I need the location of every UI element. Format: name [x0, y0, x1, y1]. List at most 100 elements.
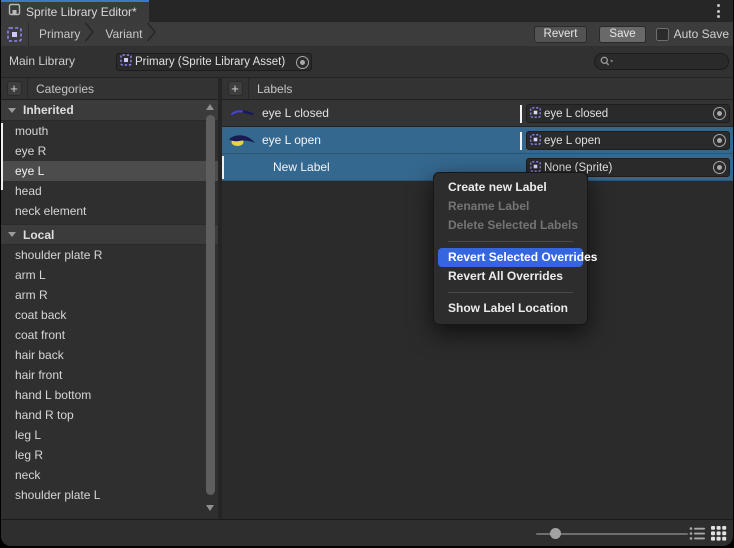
category-item-shoulder-plate-l[interactable]: shoulder plate L	[1, 485, 218, 505]
labels-header: + Labels	[222, 77, 733, 100]
sprite-library-editor-window: Sprite Library Editor* PrimaryVariant Re…	[1, 0, 733, 546]
tab-sprite-library-editor[interactable]: Sprite Library Editor*	[1, 0, 149, 22]
menu-item-show-label-location[interactable]: Show Label Location	[438, 299, 583, 318]
menu-item-create-new-label[interactable]: Create new Label	[438, 178, 583, 197]
category-item-eye-r[interactable]: eye R	[1, 141, 218, 161]
categories-header: + Categories	[1, 77, 218, 100]
override-bar	[520, 132, 522, 150]
object-picker-icon[interactable]	[713, 161, 726, 174]
sprite-object-field[interactable]: eye L open	[526, 131, 730, 150]
categories-list: Inherited moutheye Reye Lheadneck element…	[1, 100, 218, 505]
add-label-button[interactable]: +	[222, 78, 249, 99]
breadcrumb-item-primary[interactable]: Primary	[29, 22, 95, 46]
section-title: Inherited	[23, 103, 74, 117]
toolbar: PrimaryVariant Revert Save Auto Save	[1, 22, 733, 46]
category-item-hair-back[interactable]: hair back	[1, 345, 218, 365]
override-bar	[520, 105, 522, 123]
tab-title: Sprite Library Editor*	[26, 5, 137, 19]
label-name: eye L open	[262, 133, 321, 147]
labels-list: eye L closedeye L closedeye L openeye L …	[222, 100, 733, 181]
sprite-mini-icon	[530, 132, 541, 150]
menu-item-revert-all-overrides[interactable]: Revert All Overrides	[438, 267, 583, 286]
categories-panel: Inherited moutheye Reye Lheadneck element…	[1, 100, 218, 519]
plus-icon: +	[228, 81, 243, 96]
category-item-arm-r[interactable]: arm R	[1, 285, 218, 305]
grid-view-icon[interactable]	[711, 526, 727, 541]
section-title: Local	[23, 228, 54, 242]
category-section-local[interactable]: Local	[1, 224, 218, 245]
category-item-coat-front[interactable]: coat front	[1, 325, 218, 345]
breadcrumb: PrimaryVariant	[29, 22, 157, 46]
category-item-head[interactable]: head	[1, 181, 218, 201]
categories-scrollbar[interactable]	[205, 102, 216, 513]
chevron-right-icon	[146, 22, 157, 47]
search-field[interactable]	[594, 53, 729, 70]
category-item-leg-r[interactable]: leg R	[1, 445, 218, 465]
category-override-indicator	[1, 123, 3, 190]
object-picker-icon[interactable]	[296, 56, 309, 69]
sprite-object-field[interactable]: eye L closed	[526, 104, 730, 123]
category-section-inherited[interactable]: Inherited	[1, 100, 218, 121]
slider-handle[interactable]	[550, 528, 561, 539]
toolbar-actions: Revert Save Auto Save	[534, 26, 733, 43]
search-icon	[600, 56, 615, 67]
sprite-object-value: eye L open	[541, 135, 711, 147]
eye-open-thumbnail	[227, 133, 257, 148]
scroll-down-icon[interactable]	[206, 505, 214, 511]
menu-item-rename-label: Rename Label	[438, 197, 583, 216]
label-name: eye L closed	[262, 106, 329, 120]
category-item-neck-element[interactable]: neck element	[1, 201, 218, 221]
foldout-arrow-icon	[8, 108, 16, 113]
revert-button[interactable]: Revert	[534, 26, 588, 43]
chevron-right-icon	[84, 22, 95, 47]
menu-item-delete-selected-labels: Delete Selected Labels	[438, 216, 583, 235]
auto-save-label: Auto Save	[674, 27, 729, 41]
eye-closed-thumbnail	[227, 107, 257, 119]
plus-icon: +	[7, 81, 22, 96]
list-view-icon[interactable]	[689, 526, 706, 541]
object-picker-icon[interactable]	[713, 107, 726, 120]
scroll-up-icon[interactable]	[206, 104, 214, 110]
category-item-hand-l-bottom[interactable]: hand L bottom	[1, 385, 218, 405]
label-row-eye-l-open[interactable]: eye L open eye L open	[222, 127, 733, 154]
sprite-object-value: eye L closed	[541, 108, 711, 120]
sprite-mini-icon	[530, 105, 541, 123]
search-input[interactable]	[615, 56, 715, 68]
category-item-arm-l[interactable]: arm L	[1, 265, 218, 285]
kebab-menu-icon[interactable]	[717, 4, 721, 18]
menu-divider	[448, 241, 573, 242]
screenshot-frame: Sprite Library Editor* PrimaryVariant Re…	[0, 0, 734, 548]
auto-save-checkbox[interactable]	[656, 28, 669, 41]
override-marker	[222, 156, 224, 179]
category-item-eye-l[interactable]: eye L	[1, 161, 218, 181]
label-name: New Label	[273, 160, 330, 174]
panel-headers: + Categories + Labels	[1, 77, 733, 100]
thumbnail-size-slider[interactable]	[536, 533, 688, 535]
sprite-asset-mini-icon	[120, 53, 132, 71]
sprite-field-group: eye L open	[520, 131, 730, 150]
main-library-object-field[interactable]: Primary (Sprite Library Asset)	[116, 53, 312, 71]
category-item-coat-back[interactable]: coat back	[1, 305, 218, 325]
object-picker-icon[interactable]	[713, 134, 726, 147]
foldout-arrow-icon	[8, 232, 16, 237]
category-item-hand-r-top[interactable]: hand R top	[1, 405, 218, 425]
categories-header-label: Categories	[28, 82, 94, 96]
sprite-library-asset-icon	[1, 22, 29, 46]
main-library-label: Main Library	[9, 54, 75, 68]
category-item-mouth[interactable]: mouth	[1, 121, 218, 141]
main-library-object-value: Primary (Sprite Library Asset)	[132, 56, 294, 68]
menu-divider	[448, 292, 573, 293]
category-item-shoulder-plate-r[interactable]: shoulder plate R	[1, 245, 218, 265]
breadcrumb-label: Variant	[95, 27, 146, 41]
breadcrumb-item-variant[interactable]: Variant	[95, 22, 157, 46]
view-mode-icons	[689, 526, 727, 541]
scrollbar-thumb[interactable]	[206, 115, 215, 495]
category-item-leg-l[interactable]: leg L	[1, 425, 218, 445]
category-item-neck[interactable]: neck	[1, 465, 218, 485]
menu-item-revert-selected-overrides[interactable]: Revert Selected Overrides	[438, 248, 583, 267]
main-library-row: Main Library Primary (Sprite Library Ass…	[1, 46, 733, 77]
label-row-eye-l-closed[interactable]: eye L closed eye L closed	[222, 100, 733, 127]
add-category-button[interactable]: +	[1, 78, 28, 99]
save-button[interactable]: Save	[599, 26, 645, 43]
category-item-hair-front[interactable]: hair front	[1, 365, 218, 385]
